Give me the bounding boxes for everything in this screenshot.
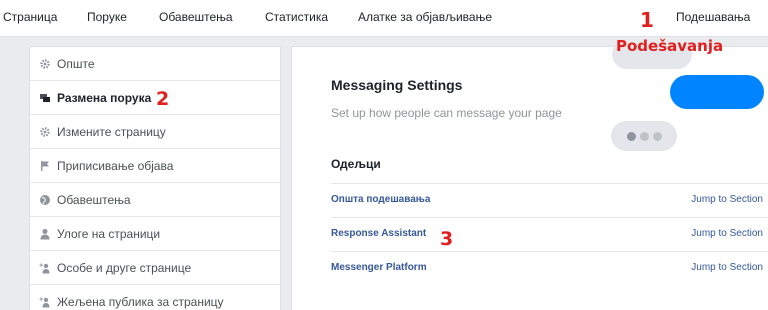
page-title: Messaging Settings xyxy=(331,77,463,93)
section-row: Messenger Platform Jump to Section xyxy=(331,251,768,285)
globe-icon xyxy=(39,194,51,206)
typing-dot xyxy=(639,131,649,141)
sidebar-item-label: Размена порука xyxy=(57,90,152,105)
typing-dot xyxy=(626,131,636,141)
tab-notifications[interactable]: Обавештења xyxy=(159,10,233,24)
messaging-settings-panel: Messaging Settings Set up how people can… xyxy=(291,46,768,310)
jump-to-section-link[interactable]: Jump to Section xyxy=(691,262,763,273)
sidebar-item-messaging[interactable]: Размена порука xyxy=(30,81,280,115)
section-row: Response Assistant Jump to Section xyxy=(331,217,768,251)
chat-bubble-illustration-blue xyxy=(670,75,764,109)
annotation-caption-settings: Podešavanja xyxy=(616,37,724,55)
sections-heading: Одељци xyxy=(331,157,381,171)
annotation-number-1: 1 xyxy=(640,8,654,32)
tab-messages[interactable]: Поруке xyxy=(87,10,127,24)
tab-insights[interactable]: Статистика xyxy=(265,10,328,24)
sidebar-item-people-and-other-pages[interactable]: Особе и друге странице xyxy=(30,251,280,285)
section-link-response-assistant[interactable]: Response Assistant xyxy=(331,228,426,239)
annotation-number-2: 2 xyxy=(156,88,170,110)
sidebar-item-preferred-page-audience[interactable]: Жељена публика за страницу xyxy=(30,285,280,310)
sidebar-item-general[interactable]: Опште xyxy=(30,47,280,81)
flag-icon xyxy=(39,160,51,172)
person-icon xyxy=(39,228,51,240)
typing-indicator-illustration xyxy=(611,121,677,151)
gear-icon xyxy=(39,58,51,70)
tab-page[interactable]: Страница xyxy=(3,10,57,24)
person-plus-icon xyxy=(39,262,51,274)
annotation-number-3: 3 xyxy=(440,228,454,250)
sidebar-item-page-roles[interactable]: Улоге на страници xyxy=(30,217,280,251)
sidebar-item-label: Опште xyxy=(57,56,95,71)
section-row: Општа подешавања Jump to Section xyxy=(331,183,768,217)
sidebar-item-label: Обавештења xyxy=(57,192,131,207)
message-bubble-icon xyxy=(39,92,51,104)
section-link-general-settings[interactable]: Општа подешавања xyxy=(331,194,430,205)
page-subtitle: Set up how people can message your page xyxy=(331,106,562,120)
sidebar-item-label: Приписивање објава xyxy=(57,158,174,173)
sidebar-item-label: Измените страницу xyxy=(57,124,166,139)
sidebar-item-post-attribution[interactable]: Приписивање објава xyxy=(30,149,280,183)
section-link-messenger-platform[interactable]: Messenger Platform xyxy=(331,262,427,273)
jump-to-section-link[interactable]: Jump to Section xyxy=(691,228,763,239)
person-plus-icon xyxy=(39,296,51,308)
sidebar-item-notifications[interactable]: Обавештења xyxy=(30,183,280,217)
jump-to-section-link[interactable]: Jump to Section xyxy=(691,194,763,205)
settings-sidebar: Опште Размена порука Измените страницу П… xyxy=(29,46,281,310)
sidebar-item-edit-page[interactable]: Измените страницу xyxy=(30,115,280,149)
sidebar-item-label: Особе и друге странице xyxy=(57,260,192,275)
gear-icon xyxy=(39,126,51,138)
typing-dot xyxy=(652,131,662,141)
sidebar-item-label: Жељена публика за страницу xyxy=(57,294,224,309)
tab-publishing-tools[interactable]: Алатке за објављивање xyxy=(358,10,492,24)
tab-settings[interactable]: Подешавања xyxy=(676,10,750,24)
sidebar-item-label: Улоге на страници xyxy=(57,226,161,241)
